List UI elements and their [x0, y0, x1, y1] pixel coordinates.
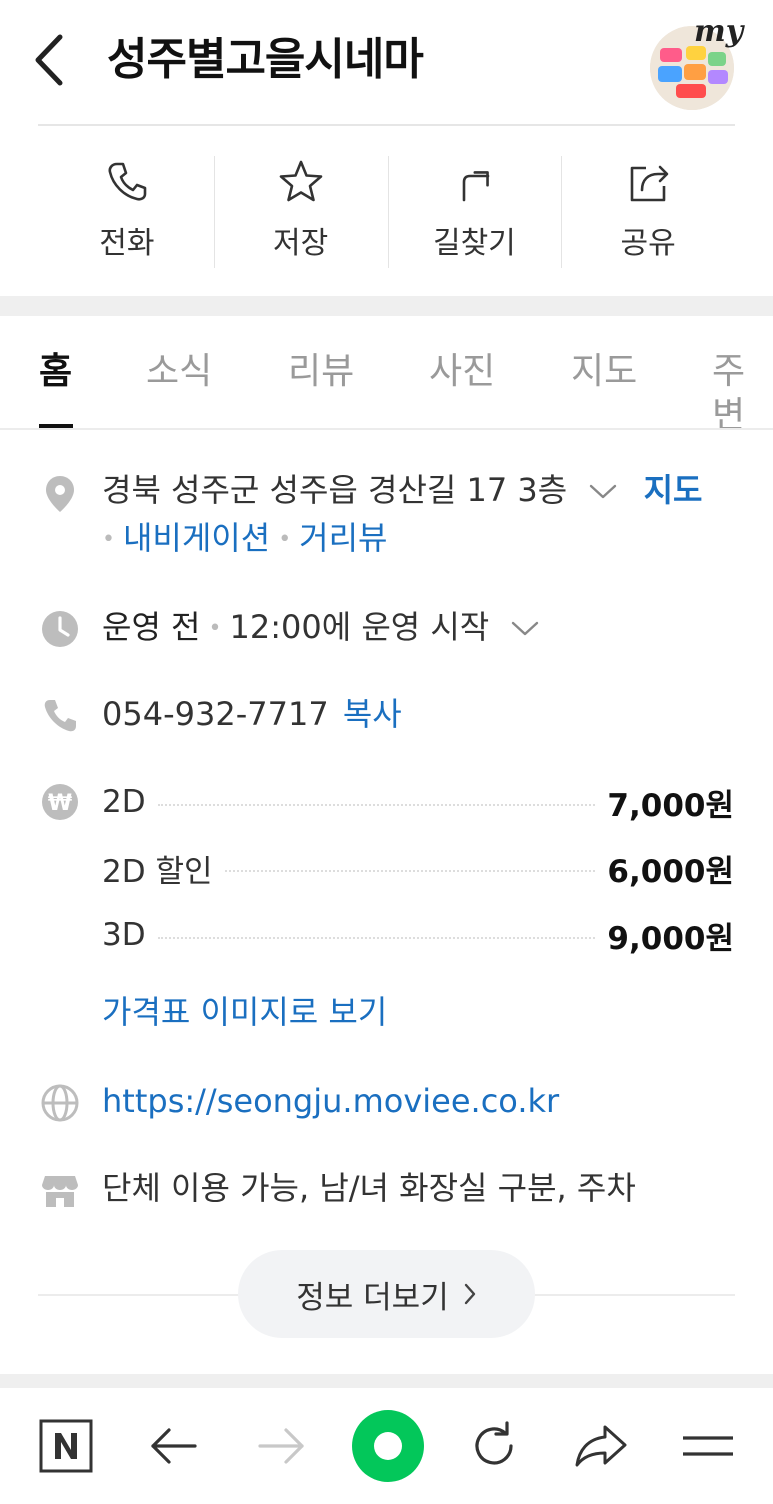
- navigation-link[interactable]: 내비게이션: [123, 519, 270, 557]
- reload-icon: [475, 1421, 513, 1465]
- chevron-down-icon[interactable]: [509, 619, 541, 639]
- tab-bar: 홈 소식 리뷰 사진 지도 주변: [0, 316, 773, 430]
- address-row: 경북 성주군 성주읍 경산길 17 3층 지도 • 내비게이션 • 거리뷰: [40, 466, 740, 564]
- price-leader: [157, 804, 596, 806]
- phone-number: 054-932-7717: [102, 695, 329, 733]
- share-label: 공유: [620, 226, 676, 261]
- section-divider: [0, 1374, 773, 1388]
- page-title: 성주별고을시네마: [107, 34, 424, 85]
- hours-status: 운영 전: [102, 608, 201, 646]
- price-label: 3D: [102, 917, 146, 953]
- green-dot-icon: [352, 1410, 424, 1482]
- phone-icon: [108, 162, 147, 201]
- forward-nav-button[interactable]: [241, 1406, 321, 1486]
- active-tab-indicator: [39, 424, 73, 428]
- price-leader: [224, 870, 596, 872]
- share-page-button[interactable]: [561, 1406, 641, 1486]
- amenities-row: 단체 이용 가능, 남/녀 화장실 구분, 주차: [40, 1164, 740, 1212]
- divider: [38, 124, 735, 126]
- hours-row: 운영 전 • 12:00에 운영 시작: [40, 603, 740, 653]
- reload-button[interactable]: [454, 1406, 534, 1486]
- naver-n-icon: [39, 1419, 93, 1473]
- website-row: https://seongju.moviee.co.kr: [40, 1077, 740, 1125]
- hours-detail: 12:00에 운영 시작: [229, 608, 490, 646]
- tab-photos[interactable]: 사진: [429, 350, 495, 394]
- won-icon: ₩: [42, 784, 78, 820]
- price-image-link[interactable]: 가격표 이미지로 보기: [102, 988, 387, 1036]
- price-label: 2D: [102, 784, 146, 820]
- price-row: 2D 할인 6,000원: [102, 846, 734, 890]
- price-row: 3D 9,000원: [102, 913, 734, 957]
- tab-news[interactable]: 소식: [146, 350, 212, 394]
- price-leader: [157, 937, 596, 939]
- call-button[interactable]: 전화: [40, 156, 214, 268]
- amenities-text: 단체 이용 가능, 남/녀 화장실 구분, 주차: [102, 1169, 636, 1207]
- chevron-right-icon: [464, 1283, 475, 1305]
- menu-button[interactable]: [668, 1406, 748, 1486]
- chevron-left-icon: [35, 34, 63, 86]
- separator-dot: •: [278, 527, 292, 552]
- more-info-section: 정보 더보기: [38, 1250, 735, 1340]
- green-dot-button[interactable]: [348, 1406, 428, 1486]
- directions-label: 길찾기: [432, 226, 516, 261]
- back-nav-button[interactable]: [134, 1406, 214, 1486]
- header: 성주별고을시네마 my: [0, 0, 773, 122]
- section-divider: [0, 296, 773, 316]
- hamburger-menu-icon: [683, 1436, 733, 1456]
- separator-dot: •: [208, 616, 222, 641]
- save-label: 저장: [273, 226, 329, 261]
- save-button[interactable]: 저장: [213, 156, 388, 268]
- phone-row: 054-932-7717 복사: [40, 690, 740, 738]
- star-icon: [279, 160, 322, 202]
- website-link[interactable]: https://seongju.moviee.co.kr: [102, 1077, 740, 1125]
- action-bar: 전화 저장 길찾기 공유: [40, 156, 735, 268]
- phone-icon: [44, 700, 76, 732]
- my-profile-avatar[interactable]: my: [650, 14, 743, 110]
- chevron-down-icon[interactable]: [587, 482, 619, 502]
- tab-map[interactable]: 지도: [571, 350, 637, 394]
- arrow-left-icon: [151, 1428, 197, 1464]
- more-info-button[interactable]: 정보 더보기: [238, 1250, 535, 1338]
- price-value: 7,000원: [607, 787, 734, 824]
- directions-icon: [463, 171, 490, 202]
- store-icon: [42, 1176, 78, 1207]
- svg-text:₩: ₩: [48, 791, 72, 816]
- tab-nearby[interactable]: 주변: [712, 350, 773, 428]
- separator-dot: •: [102, 527, 115, 552]
- streetview-link[interactable]: 거리뷰: [299, 519, 387, 557]
- share-icon: [630, 165, 669, 202]
- back-button[interactable]: [30, 30, 80, 90]
- clock-icon: [42, 611, 78, 647]
- share-button[interactable]: 공유: [561, 156, 735, 268]
- price-row: 2D 7,000원: [102, 780, 734, 824]
- naver-home-button[interactable]: [26, 1406, 106, 1486]
- price-label: 2D 할인: [102, 853, 213, 890]
- map-link[interactable]: 지도: [644, 471, 703, 509]
- more-info-label: 정보 더보기: [296, 1279, 449, 1316]
- price-value: 9,000원: [607, 920, 734, 957]
- avatar-label: my: [694, 14, 744, 49]
- tab-reviews[interactable]: 리뷰: [288, 350, 354, 394]
- share-arrow-icon: [575, 1425, 627, 1467]
- tab-home[interactable]: 홈: [39, 350, 72, 394]
- address-text: 경북 성주군 성주읍 경산길 17 3층: [102, 471, 568, 509]
- location-pin-icon: [46, 476, 74, 512]
- directions-button[interactable]: 길찾기: [387, 156, 562, 268]
- call-label: 전화: [99, 226, 155, 261]
- price-value: 6,000원: [607, 853, 734, 890]
- arrow-right-icon: [258, 1428, 304, 1464]
- globe-icon: [41, 1084, 79, 1122]
- copy-phone-button[interactable]: 복사: [343, 695, 402, 733]
- browser-toolbar: [0, 1388, 773, 1504]
